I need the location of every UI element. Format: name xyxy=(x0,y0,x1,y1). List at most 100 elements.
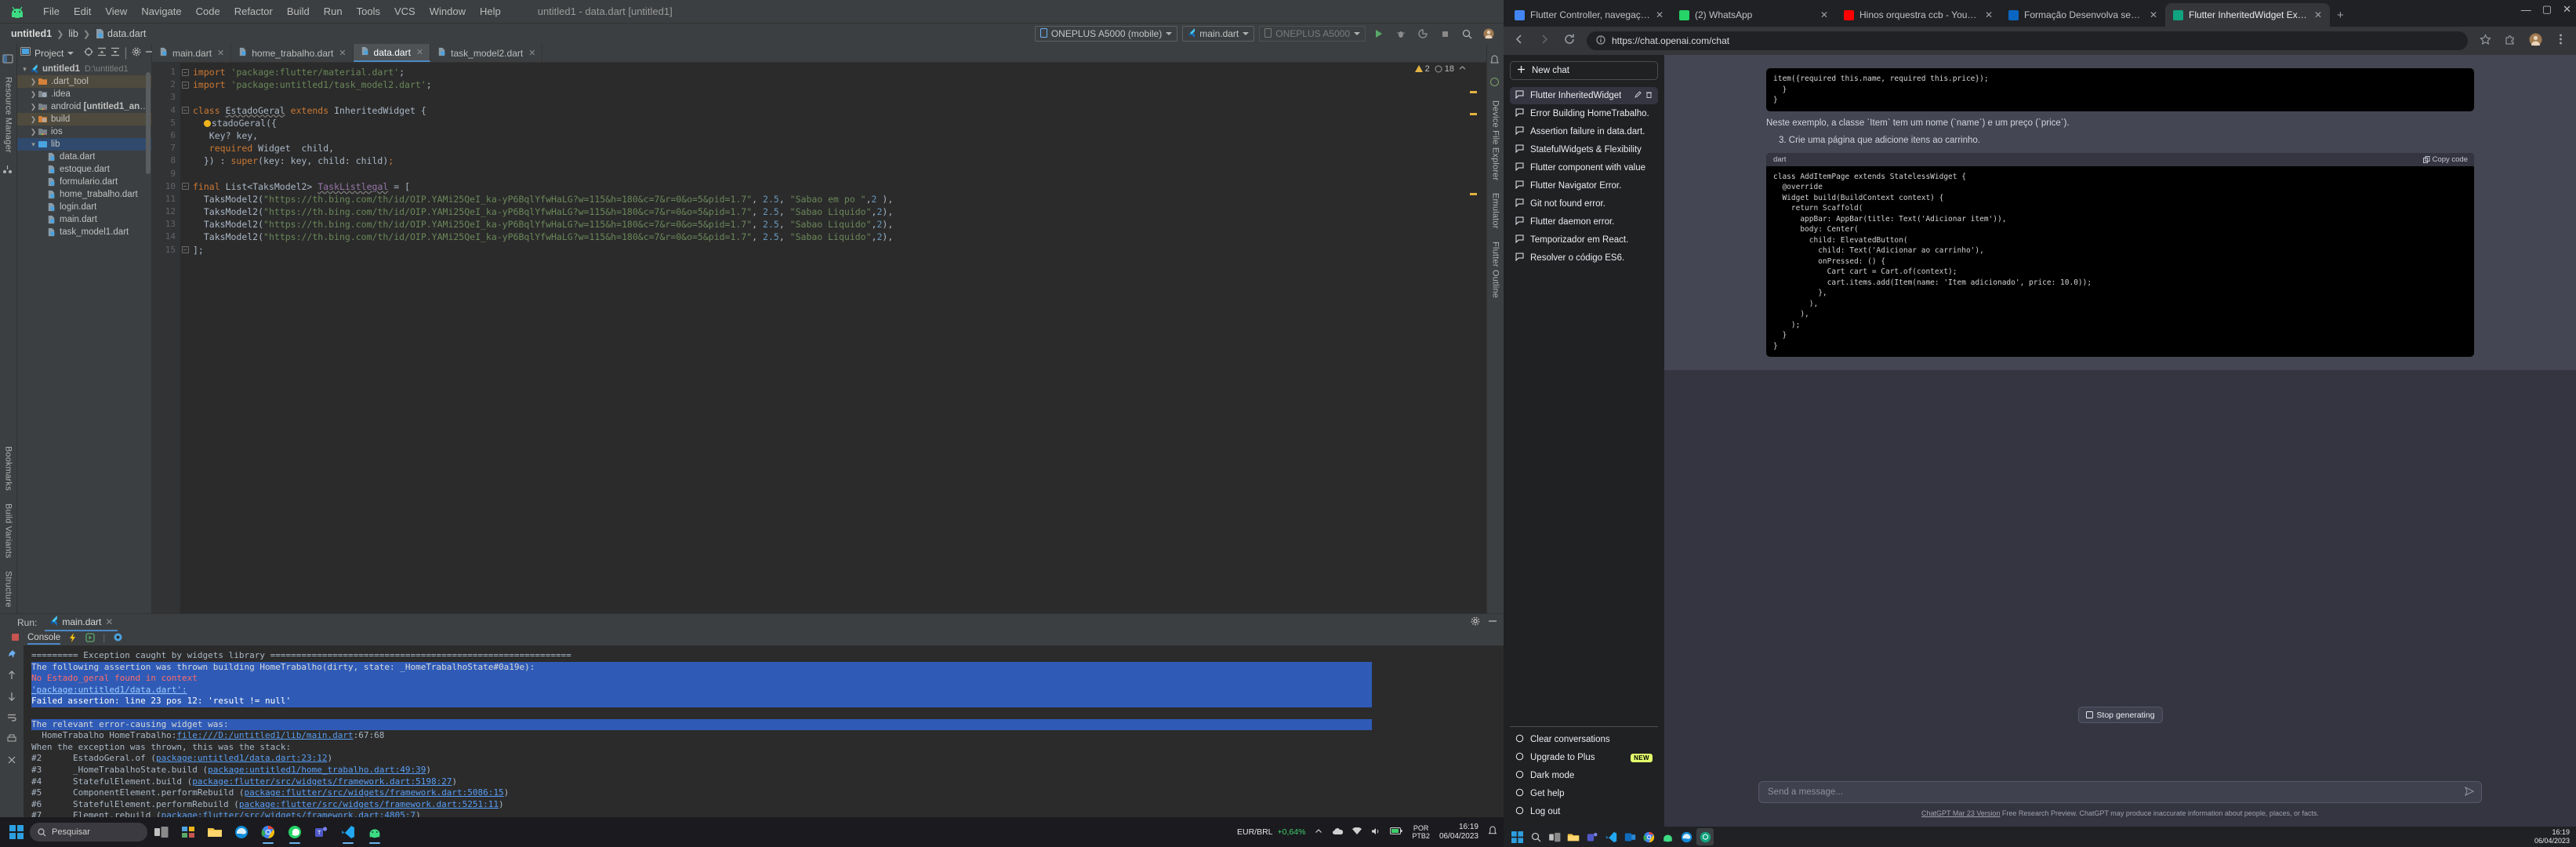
taskview-icon[interactable] xyxy=(149,820,174,845)
debug-icon[interactable] xyxy=(1392,25,1410,42)
project-tree-scrollbar[interactable] xyxy=(146,72,151,174)
browser-tab-1[interactable]: (2) WhatsApp ✕ xyxy=(1671,3,1836,27)
tree-item--dart-tool[interactable]: ❯ .dart_tool xyxy=(17,75,151,88)
hot-restart-icon[interactable] xyxy=(85,632,95,645)
chevron-right-icon[interactable]: ❯ xyxy=(29,90,38,99)
tree-item-home-trabalho-dart[interactable]: home_trabalho.dart xyxy=(17,188,151,201)
tree-item-lib[interactable]: ▾ lib xyxy=(17,138,151,151)
tree-item-estoque-dart[interactable]: estoque.dart xyxy=(17,163,151,176)
stock-ticker[interactable]: EUR/BRL +0,64% xyxy=(1237,827,1305,837)
tree-item-data-dart[interactable]: data.dart xyxy=(17,151,151,163)
stop-icon[interactable] xyxy=(11,633,20,644)
conversation-item[interactable]: StatefulWidgets & Flexibility xyxy=(1510,141,1658,158)
chrome-icon[interactable] xyxy=(256,820,281,845)
soft-wrap-icon[interactable] xyxy=(7,712,16,726)
menu-build[interactable]: Build xyxy=(280,3,317,20)
conversation-item[interactable]: Flutter InheritedWidget xyxy=(1510,87,1658,104)
hide-panel-icon[interactable] xyxy=(1488,616,1497,630)
editor-tab-home_trabalho-dart[interactable]: home_trabalho.dart ✕ xyxy=(231,44,354,62)
menu-edit[interactable]: Edit xyxy=(67,3,98,20)
search-icon[interactable] xyxy=(1527,828,1544,845)
teams-icon[interactable] xyxy=(1584,828,1601,845)
address-bar[interactable]: https://chat.openai.com/chat xyxy=(1587,31,2468,50)
project-tree[interactable]: ▾ untitled1 D:\untitled1 ❯ .dart_tool ❯ .idea ❯… xyxy=(17,63,151,613)
breadcrumb-lib[interactable]: lib xyxy=(68,28,78,39)
gradle-icon[interactable] xyxy=(1489,77,1502,89)
sidebar-action-log-out[interactable]: Log out xyxy=(1510,803,1658,820)
fold-toggle-icon[interactable]: − xyxy=(180,180,190,193)
teams-icon[interactable]: T xyxy=(309,820,334,845)
conversation-item[interactable]: Assertion failure in data.dart. xyxy=(1510,123,1658,140)
menu-tools[interactable]: Tools xyxy=(350,3,387,20)
maximize-button[interactable]: ▢ xyxy=(2542,3,2552,16)
conversation-list[interactable]: Flutter InheritedWidget Error Building H… xyxy=(1510,87,1658,722)
new-chat-button[interactable]: New chat xyxy=(1510,61,1658,80)
onedrive-icon[interactable] xyxy=(1332,827,1344,838)
editor-area[interactable]: 1 2 3 4 5 6 7 8 9 10 11 12 13 14 15 − − − − − import 'pack… xyxy=(152,63,1486,613)
delete-icon[interactable] xyxy=(1645,91,1653,100)
fold-toggle-icon[interactable]: − xyxy=(180,104,190,117)
breadcrumb-file[interactable]: data.dart xyxy=(107,28,146,39)
collapse-all-icon[interactable] xyxy=(97,46,107,60)
menu-run[interactable]: Run xyxy=(317,3,350,20)
notifications-icon[interactable] xyxy=(1489,55,1502,67)
sidebar-action-clear-conversations[interactable]: Clear conversations xyxy=(1510,731,1658,748)
menu-window[interactable]: Window xyxy=(423,3,473,20)
minimize-button[interactable]: — xyxy=(2521,4,2531,16)
edge-icon[interactable] xyxy=(229,820,254,845)
three-dots-icon[interactable] xyxy=(2552,33,2568,49)
chrome-icon[interactable] xyxy=(1640,828,1657,845)
sidebar-action-dark-mode[interactable]: Dark mode xyxy=(1510,767,1658,784)
forward-arrow-icon[interactable] xyxy=(1537,33,1552,49)
explorer-icon[interactable] xyxy=(202,820,227,845)
close-icon[interactable]: ✕ xyxy=(416,47,423,57)
console-link[interactable]: package:flutter/src/widgets/framework.da… xyxy=(245,787,504,798)
android-studio-icon[interactable] xyxy=(1659,828,1676,845)
chevron-right-icon[interactable]: ❯ xyxy=(29,128,38,136)
editor-fold-column[interactable]: − − − − − xyxy=(180,63,190,613)
editor-inspection-widget[interactable]: 2 18 xyxy=(1414,64,1466,74)
scroll-up-icon[interactable] xyxy=(7,670,16,684)
open-devtools-icon[interactable] xyxy=(113,632,123,645)
console-tab[interactable]: Console xyxy=(27,633,61,645)
close-icon[interactable]: ✕ xyxy=(1820,9,1828,20)
tree-item-android-untitled1-android-[interactable]: ❯ android [untitled1_android] xyxy=(17,100,151,113)
editor-tab-data-dart[interactable]: data.dart ✕ xyxy=(353,44,431,62)
conversation-item[interactable]: Flutter component with value xyxy=(1510,159,1658,176)
inspection-chevron-icon[interactable] xyxy=(1459,64,1466,74)
print-icon[interactable] xyxy=(7,733,16,747)
close-icon[interactable]: ✕ xyxy=(2314,9,2322,20)
language-indicator[interactable]: POR PTB2 xyxy=(1412,824,1430,840)
pin-icon[interactable] xyxy=(7,649,16,663)
windows-start-icon[interactable] xyxy=(1508,828,1526,845)
stop-generating-button[interactable]: Stop generating xyxy=(2077,707,2163,723)
tree-item-login-dart[interactable]: login.dart xyxy=(17,201,151,213)
chevron-down-icon[interactable] xyxy=(67,52,74,55)
avatar-icon[interactable] xyxy=(1480,25,1497,42)
stop-icon[interactable] xyxy=(1436,25,1453,42)
browser-tab-3[interactable]: Formação Desenvolva seu p... ✕ xyxy=(2001,3,2165,27)
menu-code[interactable]: Code xyxy=(189,3,227,20)
explorer-icon[interactable] xyxy=(1565,828,1582,845)
console-link[interactable]: package:flutter/src/widgets/framework.da… xyxy=(192,776,452,787)
conversation-item[interactable]: Temporizador em React. xyxy=(1510,231,1658,249)
chatgpt-icon[interactable] xyxy=(1696,828,1714,845)
fold-toggle-icon[interactable]: − xyxy=(180,244,190,256)
settings-gear-icon[interactable] xyxy=(1471,616,1480,630)
console-link[interactable]: 'package:untitled1/data.dart': xyxy=(31,685,187,695)
bookmark-star-icon[interactable] xyxy=(2477,33,2493,49)
settings-gear-icon[interactable] xyxy=(132,46,141,60)
conversation-item[interactable]: Flutter Navigator Error. xyxy=(1510,177,1658,194)
outlook-icon[interactable] xyxy=(1621,828,1638,845)
console-output[interactable]: ========= Exception caught by widgets li… xyxy=(24,645,1504,819)
right-strip-label-device-file-explorer[interactable]: Device File Explorer xyxy=(1491,94,1500,187)
left-strip-label-resource-manager[interactable]: Resource Manager xyxy=(4,71,13,159)
tips-count[interactable]: 18 xyxy=(1435,64,1454,74)
menu-refactor[interactable]: Refactor xyxy=(227,3,280,20)
build-variants-icon[interactable] xyxy=(2,164,15,176)
console-link[interactable]: package:untitled1/data.dart:23:12 xyxy=(156,753,328,763)
left-strip-label-structure[interactable]: Structure xyxy=(4,565,13,613)
chevron-right-icon[interactable]: ❯ xyxy=(29,78,38,86)
chevron-up-icon[interactable] xyxy=(1315,827,1322,838)
chevron-down-icon[interactable]: ▾ xyxy=(29,140,38,149)
